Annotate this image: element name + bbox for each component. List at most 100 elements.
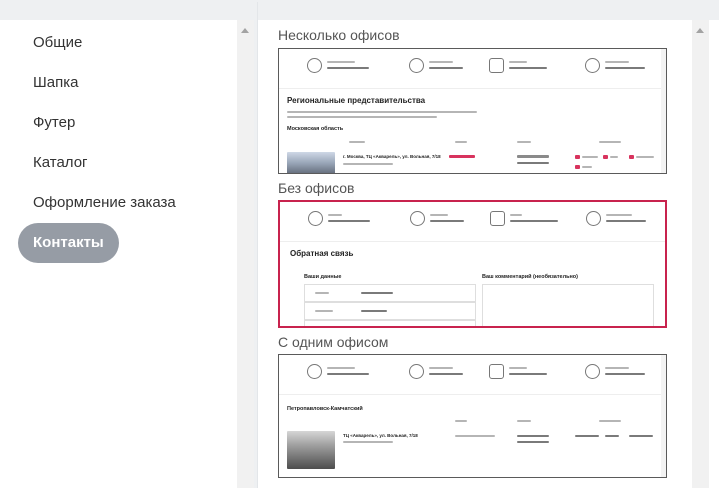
menu-item-header[interactable]: Шапка: [18, 63, 93, 103]
mini-city: Петропавловск-Камчатский: [287, 406, 363, 412]
mini-text: [328, 220, 370, 222]
mini-text: [455, 141, 467, 143]
mini-text: [629, 435, 653, 437]
payment-icon: [575, 155, 580, 159]
phone-icon: [409, 364, 424, 379]
mini-heading: Обратная связь: [290, 249, 354, 258]
mini-text: [429, 373, 463, 375]
section-title-single-office: С одним офисом: [278, 334, 389, 350]
phone-icon: [410, 211, 425, 226]
mini-text: [606, 220, 646, 222]
mini-office-name: г. Москва, ТЦ «Акварель», ул. Вольная, 7…: [343, 154, 441, 159]
mini-page-header: [279, 49, 666, 89]
payment-icon: [603, 155, 608, 159]
scroll-up-arrow-icon[interactable]: [241, 28, 249, 33]
menu-scrollbar[interactable]: [237, 20, 254, 488]
mail-icon: [489, 364, 504, 379]
mini-text: [605, 67, 645, 69]
mini-text: [429, 367, 453, 369]
mini-text: [327, 373, 369, 375]
clock-icon: [586, 211, 601, 226]
layout-option-multiple-offices[interactable]: Региональные представительства Московска…: [278, 48, 667, 174]
mini-text: [315, 326, 325, 328]
layout-option-single-office[interactable]: Петропавловск-Камчатский ТЦ «Акварель», …: [278, 354, 667, 478]
mini-metro: [449, 155, 475, 158]
location-icon: [308, 211, 323, 226]
menu-item-general[interactable]: Общие: [18, 23, 97, 63]
mini-phone: [517, 155, 549, 158]
mini-text: [517, 435, 549, 437]
mini-text: [327, 367, 355, 369]
mini-comment-field: [482, 284, 654, 326]
clock-icon: [585, 58, 600, 73]
mini-comment-label: Ваш комментарий (необязательно): [482, 274, 578, 280]
menu-item-footer[interactable]: Футер: [18, 103, 90, 143]
menu-item-catalog[interactable]: Каталог: [18, 143, 103, 183]
mini-text: [510, 220, 558, 222]
mini-text: [599, 141, 621, 143]
menu-item-checkout[interactable]: Оформление заказа: [18, 183, 191, 223]
mini-subheading: Московская область: [287, 126, 344, 132]
mini-text: [636, 156, 654, 158]
mini-text: [361, 326, 391, 328]
mini-text: [343, 163, 393, 165]
mini-text: [349, 141, 365, 143]
mini-email-field: [304, 320, 476, 328]
mini-page-header: [279, 355, 666, 395]
menu-item-contacts[interactable]: Контакты: [18, 223, 119, 263]
phone-icon: [409, 58, 424, 73]
thumb-scrollbar: [661, 49, 666, 173]
office-photo: [287, 152, 335, 173]
mini-text: [606, 214, 632, 216]
clock-icon: [585, 364, 600, 379]
mini-text: [343, 441, 393, 443]
mini-text: [287, 116, 437, 118]
mini-phone-field: [304, 302, 476, 320]
mini-text: [599, 420, 621, 422]
mini-text: [430, 220, 464, 222]
mini-text: [510, 214, 522, 216]
section-title-multiple-offices: Несколько офисов: [278, 27, 400, 43]
mini-text: [509, 67, 547, 69]
mini-office-name: ТЦ «Акварель», ул. Вольная, 7/18: [343, 433, 418, 438]
mini-text: [315, 292, 329, 294]
mini-text: [455, 435, 495, 437]
mini-text: [605, 373, 645, 375]
mini-text: [328, 214, 342, 216]
mini-text: [509, 367, 527, 369]
layout-option-no-offices[interactable]: Обратная связь Ваши данные Ваш комментар…: [278, 200, 667, 328]
mini-text: [582, 166, 592, 168]
preview-scrollbar[interactable]: [692, 20, 709, 488]
mini-page-header: [280, 202, 665, 242]
mini-name-field: [304, 284, 476, 302]
payment-icon: [575, 165, 580, 169]
mini-text: [455, 420, 467, 422]
mini-text: [429, 67, 463, 69]
scroll-up-arrow-icon[interactable]: [696, 28, 704, 33]
payment-icon: [629, 155, 634, 159]
section-title-no-offices: Без офисов: [278, 180, 355, 196]
mini-text: [605, 61, 629, 63]
mini-text: [517, 162, 549, 164]
mini-text: [517, 441, 549, 443]
mini-text: [327, 61, 355, 63]
mini-text: [327, 67, 369, 69]
mail-icon: [490, 211, 505, 226]
mini-text: [610, 156, 618, 158]
mini-heading: Региональные представительства: [287, 96, 426, 105]
location-icon: [307, 58, 322, 73]
mini-text: [429, 61, 453, 63]
mini-text: [509, 61, 527, 63]
mini-text: [582, 156, 598, 158]
mini-text: [361, 292, 393, 294]
thumb-scrollbar: [661, 355, 666, 477]
mini-text: [517, 420, 531, 422]
mini-your-data-label: Ваши данные: [304, 274, 342, 280]
mini-text: [509, 373, 547, 375]
location-icon: [307, 364, 322, 379]
mini-text: [605, 435, 619, 437]
mini-text: [517, 141, 531, 143]
mini-text: [287, 111, 477, 113]
mini-text: [430, 214, 448, 216]
mini-text: [361, 310, 387, 312]
